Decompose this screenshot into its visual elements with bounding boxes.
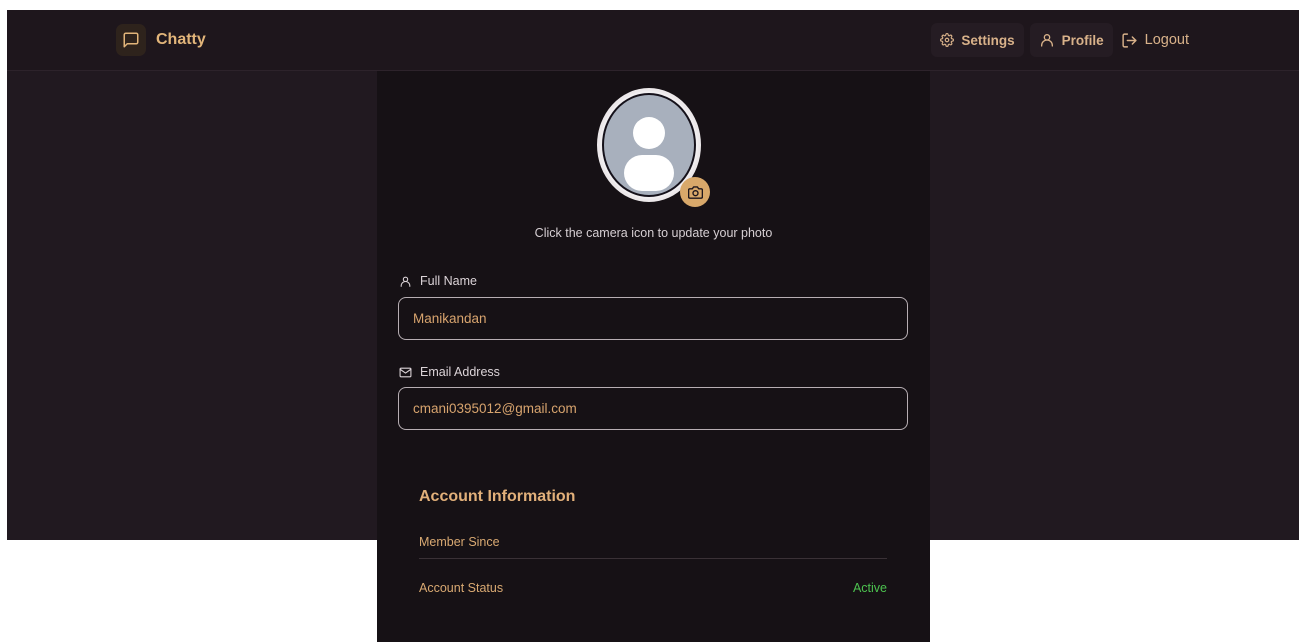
photo-hint: Click the camera icon to update your pho… xyxy=(534,226,773,240)
email-value: cmani0395012@gmail.com xyxy=(413,401,577,416)
nav-actions: Settings Profile Logout xyxy=(931,23,1191,57)
logout-icon xyxy=(1122,32,1137,48)
account-status-label: Account Status xyxy=(419,581,504,595)
settings-label: Settings xyxy=(961,32,1015,48)
camera-icon xyxy=(687,185,703,199)
brand-name: Chatty xyxy=(156,31,206,48)
gear-icon xyxy=(940,33,955,47)
logout-label: Logout xyxy=(1144,32,1189,48)
default-avatar-image xyxy=(602,93,696,197)
navbar: Chatty Settings Profile Logout xyxy=(7,10,1299,71)
profile-card: Click the camera icon to update your pho… xyxy=(377,71,930,642)
message-square-icon xyxy=(116,24,146,56)
email-label-text: Email Address xyxy=(420,365,500,379)
user-icon xyxy=(400,276,411,287)
profile-button[interactable]: Profile xyxy=(1029,23,1113,57)
account-info-title: Account Information xyxy=(419,488,576,505)
full-name-label: Full Name xyxy=(399,274,477,288)
account-status-row: Account Status Active xyxy=(419,581,887,595)
mail-icon xyxy=(399,367,412,377)
brand-link[interactable]: Chatty xyxy=(116,24,206,56)
divider xyxy=(419,558,887,559)
avatar-container xyxy=(597,88,710,208)
user-icon xyxy=(1040,34,1053,47)
profile-label: Profile xyxy=(1061,32,1104,48)
full-name-field[interactable]: Manikandan xyxy=(398,297,908,340)
status-badge: Active xyxy=(852,581,887,595)
member-since-label: Member Since xyxy=(419,535,500,549)
full-name-value: Manikandan xyxy=(413,311,487,326)
settings-button[interactable]: Settings xyxy=(931,23,1024,57)
email-label: Email Address xyxy=(399,365,500,379)
member-since-row: Member Since xyxy=(419,535,887,549)
camera-upload-button[interactable] xyxy=(680,177,710,207)
email-field[interactable]: cmani0395012@gmail.com xyxy=(398,387,908,430)
logout-button[interactable]: Logout xyxy=(1119,23,1191,57)
full-name-label-text: Full Name xyxy=(420,274,477,288)
